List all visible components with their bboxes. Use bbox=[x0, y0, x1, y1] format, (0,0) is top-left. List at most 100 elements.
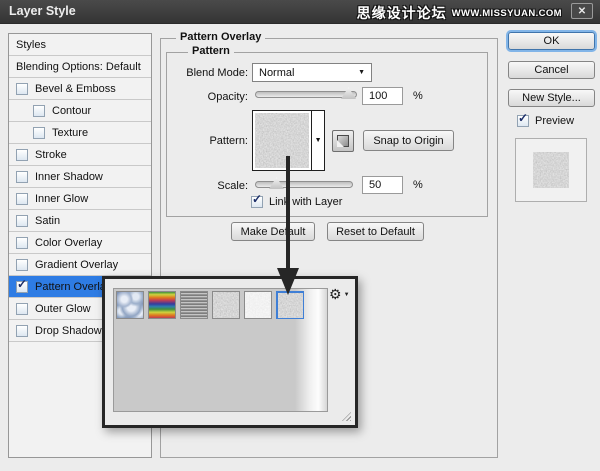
layer-style-dialog: Layer Style 思缘设计论坛 WWW.MISSYUAN.COM ✕ St… bbox=[0, 0, 600, 471]
make-default-button[interactable]: Make Default bbox=[231, 222, 315, 241]
check-icon: ✓ bbox=[518, 112, 528, 124]
sidebar-item-label: Stroke bbox=[35, 149, 67, 161]
sidebar-item-label: Inner Shadow bbox=[35, 171, 103, 183]
sidebar-item-label: Outer Glow bbox=[35, 303, 91, 315]
checkbox-pattern-overlay[interactable]: ✓ bbox=[16, 281, 28, 293]
bubbles-pattern-image bbox=[117, 292, 143, 318]
checkbox-outer-glow[interactable] bbox=[16, 303, 28, 315]
scale-value: 50 bbox=[369, 179, 381, 191]
sidebar-item-inner-glow[interactable]: Inner Glow bbox=[9, 188, 151, 210]
sidebar-item-label: Satin bbox=[35, 215, 60, 227]
sidebar-item-label: Blending Options: Default bbox=[16, 61, 141, 73]
sidebar-item-label: Bevel & Emboss bbox=[35, 83, 116, 95]
close-icon[interactable]: ✕ bbox=[571, 3, 593, 19]
sidebar-item-satin[interactable]: Satin bbox=[9, 210, 151, 232]
pattern-swatch-dropdown[interactable]: ▼ bbox=[311, 111, 324, 170]
annotation-arrow-line bbox=[286, 156, 290, 270]
chevron-down-icon: ▼ bbox=[358, 69, 365, 76]
sidebar-item-label: Drop Shadow bbox=[35, 325, 102, 337]
tie-dye-pattern-image bbox=[149, 292, 175, 318]
new-style-button[interactable]: New Style... bbox=[508, 89, 595, 107]
pattern-thumb-fine-noise-selected[interactable] bbox=[276, 291, 304, 319]
new-pattern-button[interactable] bbox=[332, 130, 354, 152]
opacity-slider-track[interactable] bbox=[255, 91, 357, 98]
sidebar-item-bevel-emboss[interactable]: Bevel & Emboss bbox=[9, 78, 151, 100]
cancel-button[interactable]: Cancel bbox=[508, 61, 595, 79]
menu-arrow-icon: ▼ bbox=[344, 292, 350, 298]
title-bar[interactable]: Layer Style 思缘设计论坛 WWW.MISSYUAN.COM ✕ bbox=[0, 0, 600, 24]
scale-slider-track[interactable] bbox=[255, 181, 353, 188]
sidebar-item-inner-shadow[interactable]: Inner Shadow bbox=[9, 166, 151, 188]
snap-to-origin-button[interactable]: Snap to Origin bbox=[363, 130, 454, 151]
pattern-list[interactable] bbox=[113, 288, 328, 412]
preview-row[interactable]: ✓ Preview bbox=[517, 115, 574, 127]
preview-checkbox[interactable]: ✓ bbox=[517, 115, 529, 127]
sidebar-item-gradient-overlay[interactable]: Gradient Overlay bbox=[9, 254, 151, 276]
checkbox-inner-glow[interactable] bbox=[16, 193, 28, 205]
pattern-picker-popup: ⚙ ▼ bbox=[102, 276, 358, 428]
style-preview-thumbnail bbox=[515, 138, 587, 202]
pattern-thumb-gray-noise[interactable] bbox=[212, 291, 240, 319]
opacity-input[interactable]: 100 bbox=[362, 87, 403, 105]
pattern-thumb-bubbles[interactable] bbox=[116, 291, 144, 319]
pattern-noise-thumbnail bbox=[255, 113, 309, 168]
pattern-label: Pattern: bbox=[166, 135, 248, 147]
styles-header[interactable]: Styles bbox=[9, 34, 151, 56]
checkbox-contour[interactable] bbox=[33, 105, 45, 117]
resize-grip[interactable] bbox=[342, 412, 351, 421]
scale-input[interactable]: 50 bbox=[362, 176, 403, 194]
link-with-layer-checkbox[interactable]: ✓ bbox=[251, 196, 263, 208]
check-icon: ✓ bbox=[252, 193, 262, 205]
blend-mode-dropdown[interactable]: Normal ▼ bbox=[252, 63, 372, 82]
checkbox-drop-shadow[interactable] bbox=[16, 325, 28, 337]
sidebar-item-label: Contour bbox=[52, 105, 91, 117]
ok-button[interactable]: OK bbox=[508, 32, 595, 50]
opacity-value: 100 bbox=[369, 90, 387, 102]
scale-label: Scale: bbox=[166, 180, 248, 192]
preview-label: Preview bbox=[535, 115, 574, 127]
link-with-layer-row[interactable]: ✓ Link with Layer bbox=[251, 196, 342, 208]
sidebar-item-texture[interactable]: Texture bbox=[9, 122, 151, 144]
sidebar-item-label: Inner Glow bbox=[35, 193, 88, 205]
woven-pattern-image bbox=[181, 292, 207, 318]
scale-unit: % bbox=[413, 179, 423, 191]
sidebar-item-label: Color Overlay bbox=[35, 237, 102, 249]
gray-noise-pattern-image bbox=[213, 292, 239, 318]
link-with-layer-label: Link with Layer bbox=[269, 196, 342, 208]
opacity-unit: % bbox=[413, 90, 423, 102]
sidebar-item-color-overlay[interactable]: Color Overlay bbox=[9, 232, 151, 254]
sidebar-item-stroke[interactable]: Stroke bbox=[9, 144, 151, 166]
check-icon: ✓ bbox=[17, 278, 27, 290]
sidebar-item-label: Texture bbox=[52, 127, 88, 139]
gear-icon: ⚙ bbox=[329, 286, 342, 303]
blend-mode-value: Normal bbox=[259, 67, 294, 79]
styles-header-label: Styles bbox=[16, 39, 46, 51]
opacity-label: Opacity: bbox=[166, 91, 248, 103]
new-preset-icon bbox=[337, 135, 349, 147]
dialog-title: Layer Style bbox=[9, 4, 76, 18]
picker-menu-button[interactable]: ⚙ ▼ bbox=[329, 286, 350, 303]
checkbox-stroke[interactable] bbox=[16, 149, 28, 161]
blend-mode-label: Blend Mode: bbox=[166, 67, 248, 79]
checkbox-color-overlay[interactable] bbox=[16, 237, 28, 249]
watermark: 思缘设计论坛 WWW.MISSYUAN.COM bbox=[357, 3, 562, 23]
pattern-thumb-light-noise[interactable] bbox=[244, 291, 272, 319]
reset-to-default-button[interactable]: Reset to Default bbox=[327, 222, 424, 241]
sidebar-item-label: Gradient Overlay bbox=[35, 259, 118, 271]
pattern-thumb-tie-dye[interactable] bbox=[148, 291, 176, 319]
preview-noise-image bbox=[533, 152, 569, 188]
fine-noise-pattern-image bbox=[278, 293, 303, 318]
checkbox-inner-shadow[interactable] bbox=[16, 171, 28, 183]
checkbox-bevel-emboss[interactable] bbox=[16, 83, 28, 95]
pattern-section-title: Pattern bbox=[188, 45, 234, 58]
sidebar-item-blending-options[interactable]: Blending Options: Default bbox=[9, 56, 151, 78]
checkbox-texture[interactable] bbox=[33, 127, 45, 139]
light-noise-pattern-image bbox=[245, 292, 271, 318]
pattern-overlay-group-title: Pattern Overlay bbox=[176, 31, 265, 44]
chevron-down-icon: ▼ bbox=[315, 137, 322, 144]
pattern-thumb-woven[interactable] bbox=[180, 291, 208, 319]
watermark-site-name: 思缘设计论坛 bbox=[357, 3, 447, 23]
sidebar-item-contour[interactable]: Contour bbox=[9, 100, 151, 122]
checkbox-gradient-overlay[interactable] bbox=[16, 259, 28, 271]
checkbox-satin[interactable] bbox=[16, 215, 28, 227]
